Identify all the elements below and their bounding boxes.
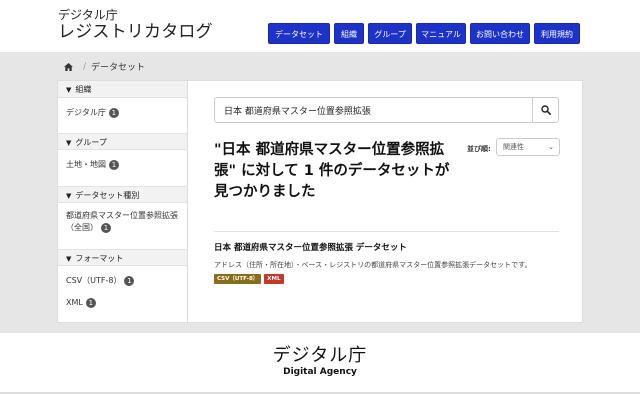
site-footer: デジタル庁 Digital Agency [0, 333, 640, 394]
facet-title: フォーマット [75, 254, 124, 263]
facet-format: ▼ フォーマット CSV（UTF-8） 1 XML 1 [58, 249, 187, 309]
results-heading-line: 張" に対して 1 件のデータセットが [214, 163, 450, 179]
facet-organization: ▼ 組織 デジタル庁 1 [58, 81, 187, 119]
brand-name: レジストリカタログ [58, 22, 213, 42]
search-button[interactable] [532, 98, 558, 122]
facet-header: ▼ データセット種別 [58, 186, 187, 203]
facet-item-label: CSV（UTF-8） [66, 276, 122, 285]
filter-icon: ▼ [66, 192, 72, 200]
dataset-description: アドレス（住所・所在地）・ベース・レジストリの都道府県マスター位置参照拡張データ… [214, 261, 532, 269]
facet-group: ▼ グループ 土地・地図 1 [58, 133, 187, 171]
footer-logo-jp: デジタル庁 [272, 345, 368, 366]
results-heading: "日本 都道府県マスター位置参照拡 張" に対して 1 件のデータセットが 見つ… [214, 140, 454, 203]
nav-contact-button[interactable]: お問い合わせ [470, 23, 530, 44]
nav-groups-button[interactable]: グループ [368, 23, 412, 44]
breadcrumb-current[interactable]: データセット [91, 60, 145, 73]
facet-title: データセット種別 [75, 191, 140, 200]
facet-header: ▼ グループ [58, 133, 187, 150]
breadcrumb-separator: / [83, 61, 87, 72]
facet-item[interactable]: 都道府県マスター位置参照拡張 （全国） 1 [58, 210, 187, 234]
filter-icon: ▼ [66, 86, 72, 94]
footer-logo-en: Digital Agency [283, 367, 357, 377]
divider [214, 231, 559, 232]
facet-header: ▼ フォーマット [58, 249, 187, 266]
facet-item[interactable]: CSV（UTF-8） 1 [58, 275, 187, 287]
home-icon[interactable] [64, 62, 73, 71]
nav-terms-button[interactable]: 利用規約 [534, 23, 580, 44]
results-heading-line: "日本 都道府県マスター位置参照拡 [214, 142, 445, 158]
results-area: "日本 都道府県マスター位置参照拡 張" に対して 1 件のデータセットが 見つ… [189, 81, 582, 322]
format-tag-csv[interactable]: CSV（UTF-8） [214, 274, 262, 284]
search-input[interactable] [215, 98, 533, 122]
breadcrumb: / データセット [64, 60, 145, 73]
count-badge: 1 [108, 108, 119, 118]
search-panel: ▼ 組織 デジタル庁 1 ▼ グループ 土地・地図 1 ▼ データセット種別 都道府県マス… [57, 80, 583, 323]
brand-org: デジタル庁 [58, 8, 118, 22]
dataset-format-tags: CSV（UTF-8） XML [214, 274, 287, 284]
search-box [214, 97, 559, 123]
facet-sidebar: ▼ 組織 デジタル庁 1 ▼ グループ 土地・地図 1 ▼ データセット種別 都道府県マス… [58, 81, 188, 322]
format-tag-xml[interactable]: XML [264, 274, 284, 284]
facet-item-label: 土地・地図 [66, 160, 106, 169]
sort-label: 並び順: [467, 145, 491, 153]
facet-item-label: XML [66, 298, 83, 307]
nav-organizations-button[interactable]: 組織 [334, 23, 364, 44]
facet-title: グループ [75, 138, 107, 147]
count-badge: 1 [85, 298, 96, 308]
facet-title: 組織 [75, 85, 92, 94]
facet-dataset-type: ▼ データセット種別 都道府県マスター位置参照拡張 （全国） 1 [58, 186, 187, 234]
site-header: デジタル庁 レジストリカタログ データセット 組織 グループ マニュアル お問い… [0, 0, 640, 52]
facet-header: ▼ 組織 [58, 81, 187, 98]
sort-select[interactable]: 関連性 ⌄ [496, 138, 560, 156]
nav-datasets-button[interactable]: データセット [268, 23, 330, 44]
site-brand[interactable]: デジタル庁 レジストリカタログ [58, 8, 213, 43]
results-heading-line: 見つかりました [214, 184, 316, 200]
count-badge: 1 [101, 223, 111, 233]
nav-manual-button[interactable]: マニュアル [416, 23, 466, 44]
search-icon [540, 105, 551, 115]
facet-item-label: デジタル庁 [66, 108, 106, 117]
sort-selected-value: 関連性 [503, 143, 524, 151]
facet-item[interactable]: デジタル庁 1 [58, 107, 187, 119]
dataset-title-link[interactable]: 日本 都道府県マスター位置参照拡張 データセット [214, 241, 407, 253]
main-nav: データセット 組織 グループ マニュアル お問い合わせ 利用規約 [268, 23, 584, 44]
filter-icon: ▼ [66, 255, 72, 263]
count-badge: 1 [109, 160, 119, 170]
facet-item[interactable]: 土地・地図 1 [58, 159, 187, 171]
count-badge: 1 [124, 276, 135, 286]
chevron-down-icon: ⌄ [548, 143, 554, 151]
facet-item-label: 都道府県マスター位置参照拡張 [66, 211, 178, 220]
facet-item-label-cont: （全国） [66, 223, 98, 232]
facet-item[interactable]: XML 1 [58, 297, 187, 309]
filter-icon: ▼ [66, 139, 72, 147]
